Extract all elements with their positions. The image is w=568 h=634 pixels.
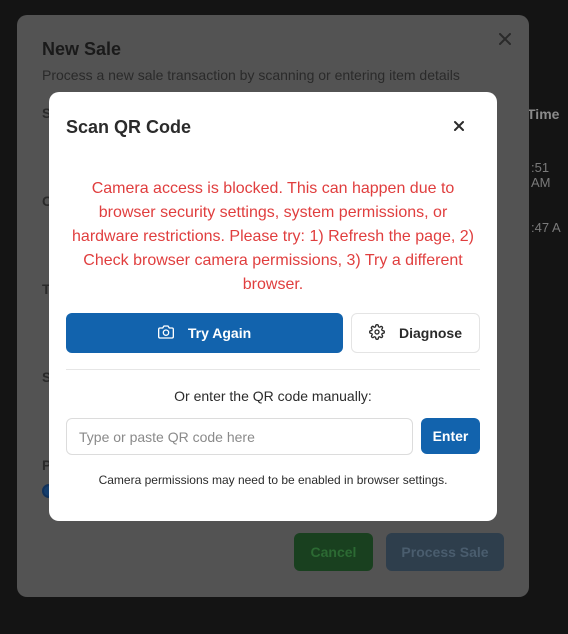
camera-icon: [157, 324, 174, 343]
try-again-button[interactable]: Try Again: [66, 313, 343, 353]
diagnose-button[interactable]: Diagnose: [351, 313, 480, 353]
camera-error-message: Camera access is blocked. This can happe…: [72, 180, 474, 293]
divider: [66, 369, 480, 370]
try-again-label: Try Again: [187, 325, 252, 341]
process-sale-button[interactable]: Process Sale: [386, 533, 504, 571]
cancel-button[interactable]: Cancel: [294, 533, 373, 571]
enter-button[interactable]: Enter: [421, 418, 480, 454]
close-icon[interactable]: [451, 118, 467, 134]
time-column-header: Time: [527, 106, 560, 122]
time-cell: :51 AM: [531, 160, 551, 190]
permissions-hint: Camera permissions may need to be enable…: [98, 473, 448, 487]
new-sale-close-icon[interactable]: [497, 31, 513, 47]
manual-entry-label: Or enter the QR code manually:: [174, 388, 372, 404]
new-sale-subtitle: Process a new sale transaction by scanni…: [42, 67, 460, 83]
modal-title: Scan QR Code: [66, 117, 192, 137]
gear-icon: [369, 323, 385, 343]
diagnose-label: Diagnose: [398, 325, 462, 341]
time-cell: :47 A: [531, 220, 561, 235]
scan-qr-modal: Scan QR Code Camera access is blocked. T…: [49, 92, 497, 521]
new-sale-title: New Sale: [42, 39, 122, 59]
qr-code-input[interactable]: [66, 418, 413, 455]
